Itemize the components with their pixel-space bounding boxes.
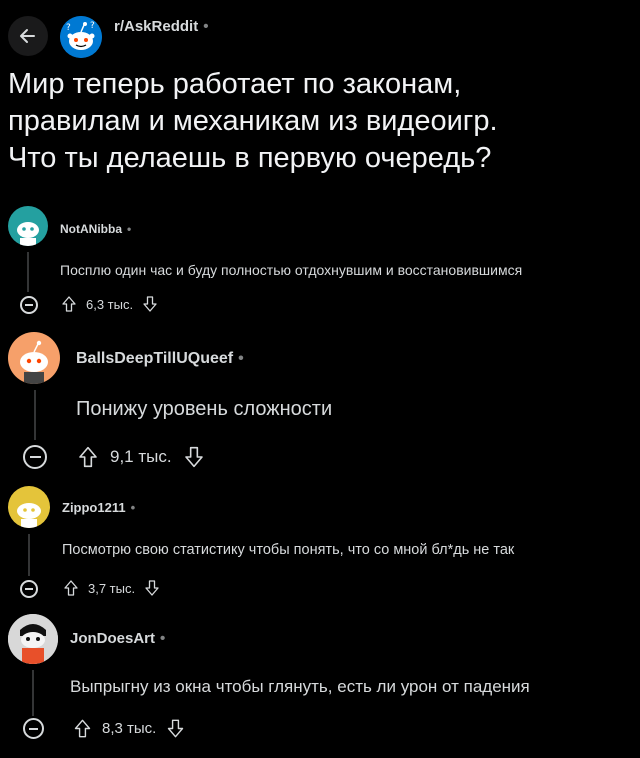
thread-line [32,670,34,716]
subreddit-name[interactable]: r/AskReddit • [114,18,208,35]
downvote-arrow-icon[interactable] [143,579,161,597]
thread-line [28,534,30,576]
vote-score: 3,7 тыс. [88,580,136,596]
comment-body: Выпрыгну из окна чтобы глянуть, есть ли … [70,677,530,696]
author-name: Zippo1211 [62,500,126,515]
header-bar: ? ? r/AskReddit • [0,0,640,60]
comment-body: Посмотрю свою статистику чтобы понять, ч… [62,542,515,558]
arrow-left-icon [20,29,35,43]
comment-body: Посплю один час и буду полностью отдохну… [60,262,523,278]
user-avatar[interactable] [8,332,60,384]
snoo-avatar-icon [17,222,39,246]
comment-author[interactable]: Zippo1211 • [62,500,135,515]
author-name: NotANibba [60,222,122,236]
collapse-button[interactable] [20,580,38,598]
post-title-line: Что ты делаешь в первую очередь? [8,142,492,174]
back-button[interactable] [8,16,48,56]
upvote-arrow-icon[interactable] [76,445,100,469]
upvote-arrow-icon[interactable] [62,579,80,597]
thread-line [27,252,29,292]
collapse-button[interactable] [23,445,47,469]
vote-bar: 6,3 тыс. [60,295,159,313]
comment-author[interactable]: BallsDeepTillUQueef • [76,350,244,368]
separator-dot: • [130,500,136,515]
thread-line [34,390,36,440]
vote-bar: 8,3 тыс. [72,718,186,739]
comment: NotANibba • Посплю один час и буду полнос… [0,206,640,324]
author-name: JonDoesArt [70,630,156,647]
user-avatar[interactable] [8,486,50,528]
collapse-button[interactable] [23,718,44,739]
svg-text:?: ? [66,23,71,33]
comment-author[interactable]: JonDoesArt • [70,630,165,647]
comment: Zippo1211 • Посмотрю свою статистику чтоб… [0,486,640,604]
comment: JonDoesArt • Выпрыгну из окна чтобы гляну… [0,614,640,758]
downvote-arrow-icon[interactable] [182,445,206,469]
author-name: BallsDeepTillUQueef [76,350,234,367]
user-avatar[interactable] [8,614,58,664]
downvote-arrow-icon[interactable] [141,295,159,313]
upvote-arrow-icon[interactable] [72,718,93,739]
separator-dot: • [238,350,244,367]
comment-author[interactable]: NotANibba • [60,222,131,236]
snoo-avatar-icon [8,614,58,664]
upvote-arrow-icon[interactable] [60,295,78,313]
comment-body: Понижу уровень сложности [76,398,333,420]
post-title-line: правилам и механикам из видеоигр. [8,105,498,137]
post-title-line: Мир теперь работает по законам, [8,68,462,100]
separator-dot: • [127,222,132,236]
collapse-button[interactable] [20,296,38,314]
user-avatar[interactable] [8,206,48,246]
separator-dot: • [203,18,209,35]
vote-score: 8,3 тыс. [102,720,157,737]
subreddit-avatar[interactable]: ? ? [60,16,102,58]
separator-dot: • [160,630,166,647]
vote-bar: 9,1 тыс. [76,445,206,469]
subreddit-name-text: r/AskReddit [114,18,199,35]
svg-text:?: ? [90,21,95,31]
snoo-avatar-icon [20,340,48,384]
comment: BallsDeepTillUQueef • Понижу уровень слож… [0,332,640,478]
vote-score: 9,1 тыс. [110,447,172,466]
post-title: Мир теперь работает по законам, правилам… [8,66,632,177]
vote-bar: 3,7 тыс. [62,579,161,597]
snoo-avatar-icon [17,503,41,528]
vote-score: 6,3 тыс. [86,296,134,312]
downvote-arrow-icon[interactable] [165,718,186,739]
askreddit-snoo-icon: ? ? [60,16,102,58]
